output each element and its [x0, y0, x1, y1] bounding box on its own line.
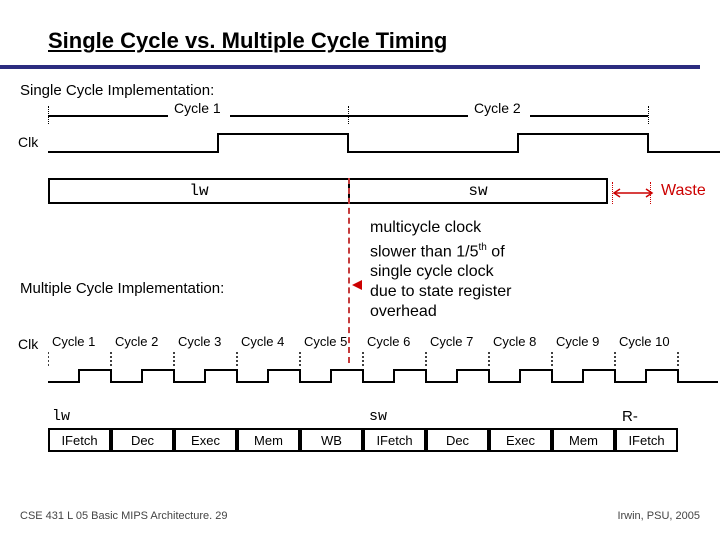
- single-clk-label: Clk: [18, 134, 38, 150]
- stage-cell: IFetch: [363, 428, 426, 452]
- single-heading: Single Cycle Implementation:: [20, 82, 214, 99]
- group-sw-label: sw: [369, 408, 387, 425]
- stage-cell: IFetch: [48, 428, 111, 452]
- group-lw-label: lw: [52, 408, 70, 425]
- cycle2-label: Cycle 2: [474, 100, 521, 116]
- stage-cell: Dec: [426, 428, 489, 452]
- slide-title: Single Cycle vs. Multiple Cycle Timing: [48, 28, 447, 54]
- footer-right: Irwin, PSU, 2005: [617, 510, 700, 522]
- stage-cell: WB: [300, 428, 363, 452]
- stage-cell: IFetch: [615, 428, 678, 452]
- stage-cell: Exec: [489, 428, 552, 452]
- waste-label: Waste: [661, 182, 706, 200]
- multi-heading: Multiple Cycle Implementation:: [20, 280, 224, 297]
- stage-cell: Dec: [111, 428, 174, 452]
- multi-clk-waveform: [48, 352, 720, 386]
- note-text: multicycle clock slower than 1/5th of si…: [370, 218, 590, 322]
- single-instr-sw: sw: [348, 178, 608, 204]
- cycle1-label: Cycle 1: [174, 100, 221, 116]
- single-cycle-labels: Cycle 1 Cycle 2: [48, 106, 688, 124]
- stage-cell: Mem: [237, 428, 300, 452]
- multi-cycle-labels: Cycle 1 Cycle 2 Cycle 3 Cycle 4 Cycle 5 …: [52, 334, 720, 350]
- footer-left: CSE 431 L 05 Basic MIPS Architecture. 29: [20, 510, 227, 522]
- note-arrow: [352, 280, 362, 290]
- single-instr-lw: lw: [48, 178, 350, 204]
- multi-clk-label: Clk: [18, 336, 38, 352]
- stage-cell: Mem: [552, 428, 615, 452]
- stage-cell: Exec: [174, 428, 237, 452]
- single-clk-waveform: [48, 128, 720, 158]
- title-underline: [0, 65, 700, 69]
